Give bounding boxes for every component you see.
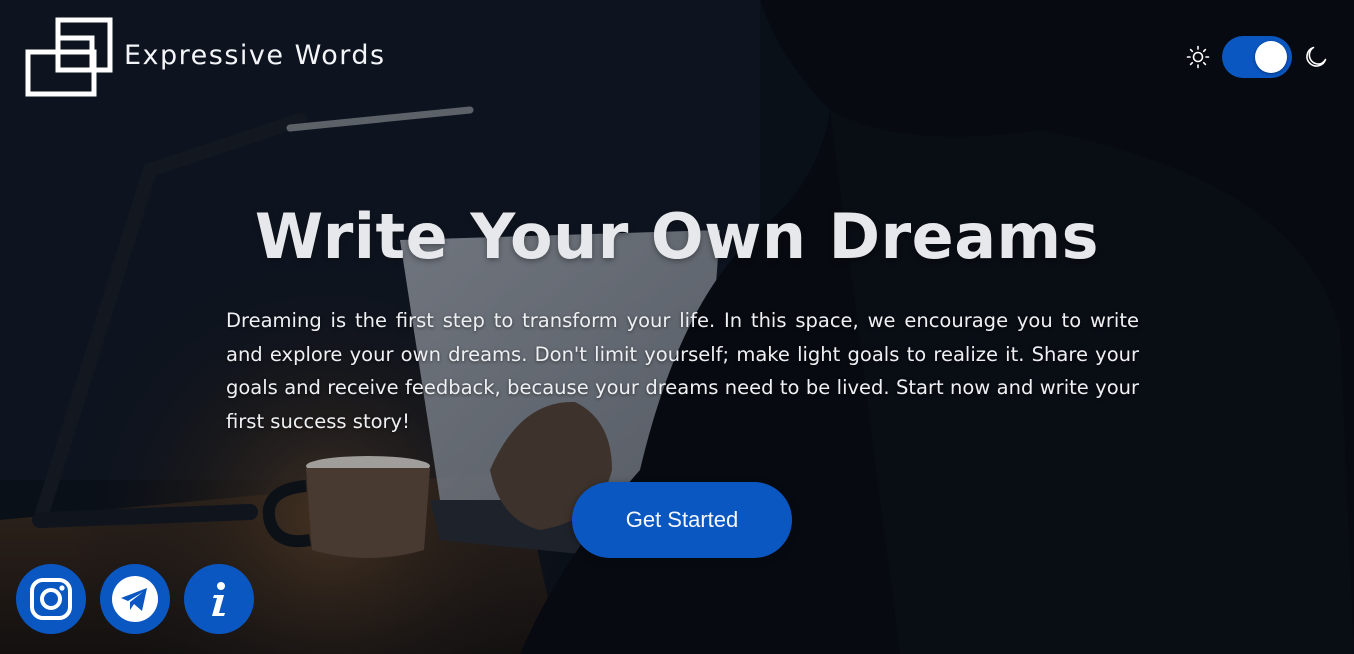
get-started-button[interactable]: Get Started xyxy=(572,482,792,558)
sun-icon[interactable] xyxy=(1186,45,1210,69)
brand-name: Expressive Words xyxy=(124,39,386,71)
instagram-icon xyxy=(30,578,72,620)
site-logo[interactable]: Expressive Words xyxy=(24,16,386,100)
hero-description: Dreaming is the first step to transform … xyxy=(226,309,1139,433)
theme-switcher xyxy=(1186,36,1328,78)
toggle-knob xyxy=(1255,41,1287,73)
social-links xyxy=(16,564,254,634)
logo-mark-icon xyxy=(25,17,113,97)
info-button[interactable] xyxy=(184,564,254,634)
moon-icon[interactable] xyxy=(1304,45,1328,69)
telegram-icon xyxy=(112,576,158,622)
instagram-button[interactable] xyxy=(16,564,86,634)
info-icon xyxy=(212,582,225,616)
theme-toggle[interactable] xyxy=(1222,36,1292,78)
hero-title: Write Your Own Dreams xyxy=(254,200,1100,273)
landing-page: Expressive Words Write Your Own Dreams D… xyxy=(0,0,1354,654)
telegram-button[interactable] xyxy=(100,564,170,634)
